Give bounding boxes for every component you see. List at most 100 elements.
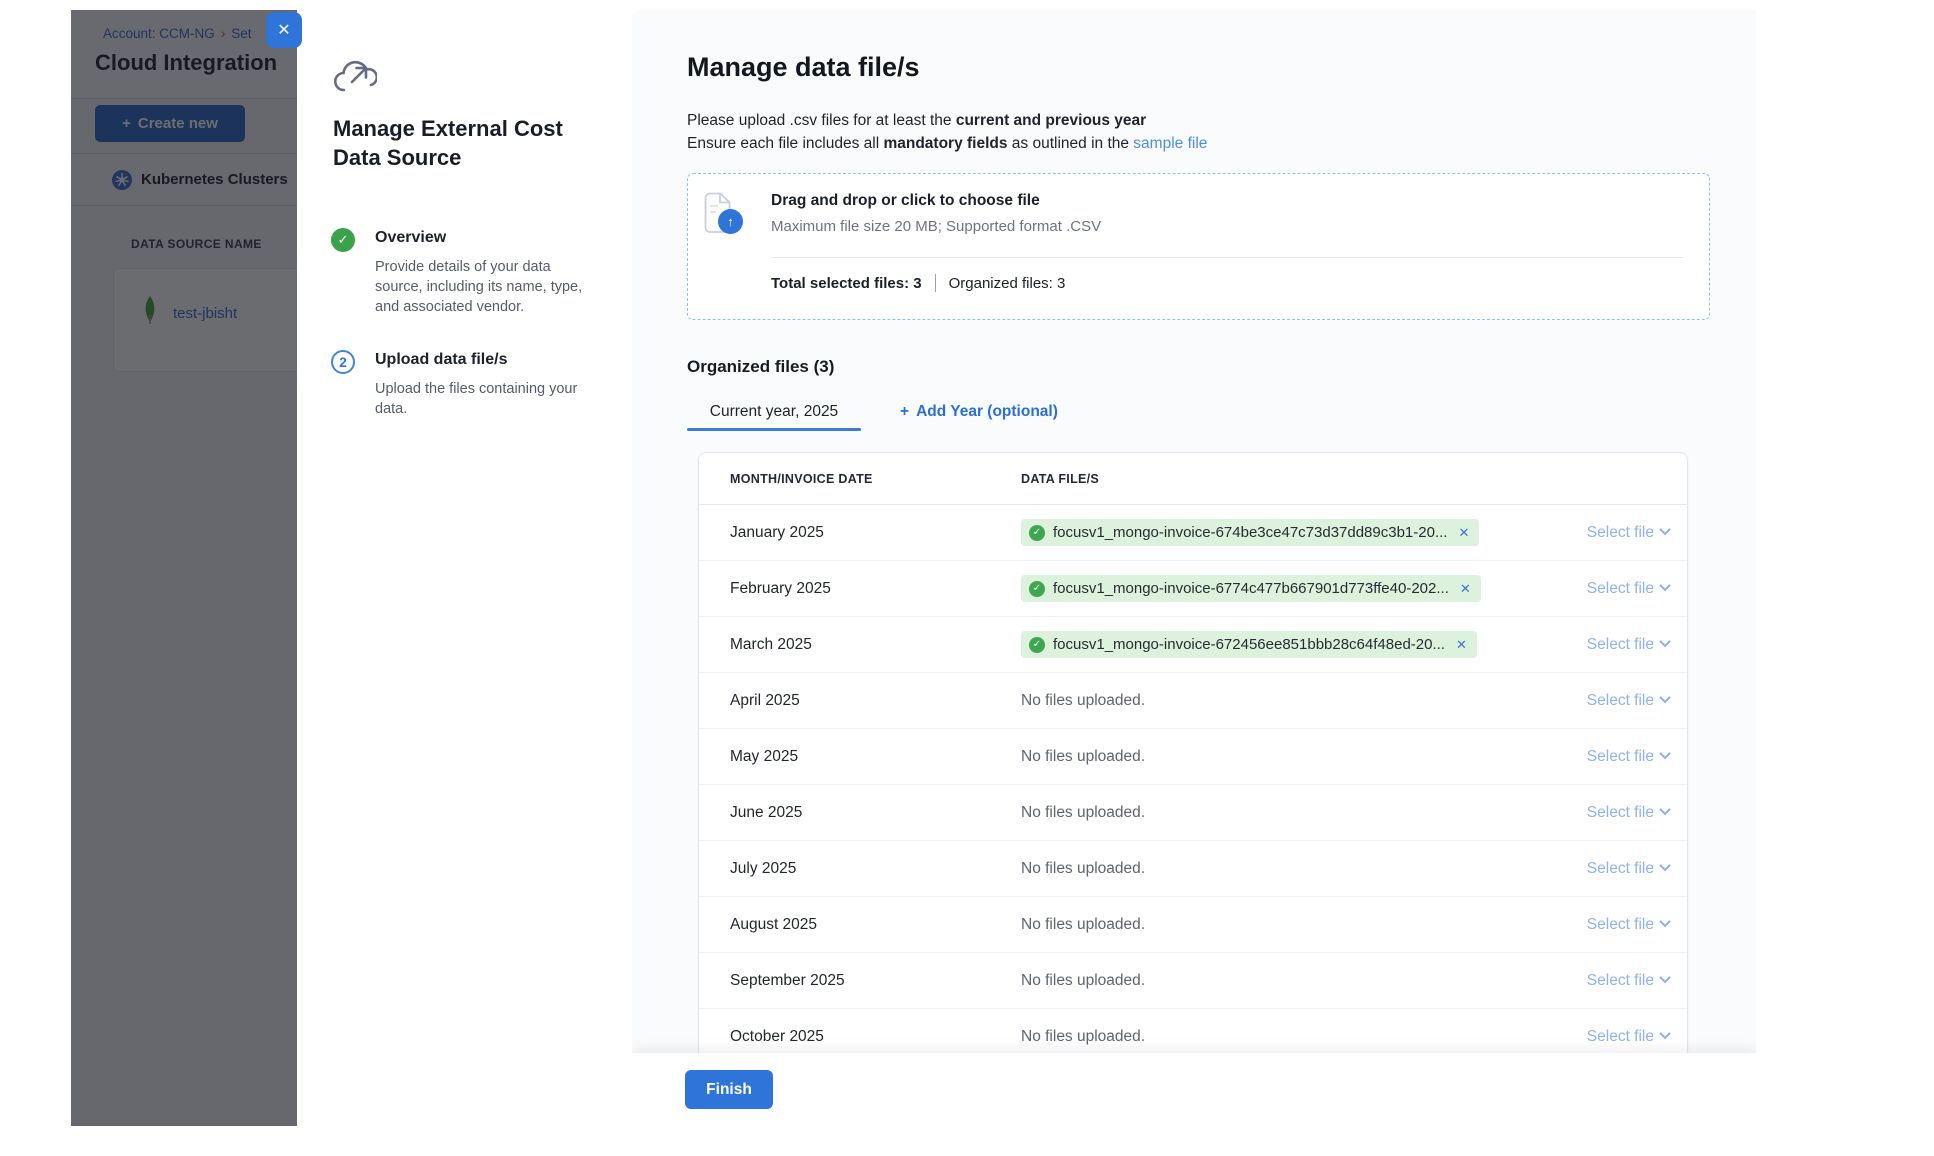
- step-overview-label[interactable]: Overview: [375, 229, 446, 247]
- organized-files-table: MONTH/INVOICE DATE DATA FILE/S January 2…: [698, 452, 1688, 1092]
- step-upload-description: Upload the files containing your data.: [375, 379, 593, 419]
- file-cell: ✓ focusv1_mongo-invoice-6774c477b667901d…: [1021, 575, 1587, 602]
- month-label: September 2025: [699, 972, 1021, 990]
- check-circle-icon: ✓: [1029, 637, 1045, 653]
- footer-bar: Finish: [632, 1053, 1756, 1126]
- table-row: January 2025 ✓ focusv1_mongo-invoice-674…: [699, 505, 1687, 561]
- chevron-down-icon: [1659, 524, 1670, 535]
- file-chip-name: focusv1_mongo-invoice-672456ee851bbb28c6…: [1053, 636, 1445, 653]
- cloud-export-icon: [333, 58, 377, 94]
- main-panel: Manage data file/s Please upload .csv fi…: [632, 10, 1756, 1126]
- intro-line1-text: Please upload .csv files for at least th…: [687, 112, 956, 129]
- chevron-down-icon: [1659, 1028, 1670, 1039]
- file-cell: No files uploaded.: [1021, 860, 1587, 878]
- table-row: March 2025 ✓ focusv1_mongo-invoice-67245…: [699, 617, 1687, 673]
- main-title: Manage data file/s: [687, 52, 920, 83]
- empty-text: No files uploaded.: [1021, 916, 1145, 934]
- month-label: June 2025: [699, 804, 1021, 822]
- select-file-dropdown[interactable]: Select file: [1587, 1028, 1687, 1046]
- total-selected-files: Total selected files: 3: [771, 275, 922, 292]
- select-file-label: Select file: [1587, 580, 1654, 598]
- intro-line2-text: Ensure each file includes all: [687, 135, 883, 152]
- column-files-header: DATA FILE/S: [1021, 472, 1099, 486]
- chevron-down-icon: [1659, 860, 1670, 871]
- screen: Account: CCM-NG›Set Cloud Integration +C…: [0, 0, 1934, 1156]
- month-label: April 2025: [699, 692, 1021, 710]
- month-label: February 2025: [699, 580, 1021, 598]
- select-file-dropdown[interactable]: Select file: [1587, 636, 1687, 654]
- file-cell: No files uploaded.: [1021, 972, 1587, 990]
- column-month-header: MONTH/INVOICE DATE: [699, 472, 1021, 486]
- select-file-label: Select file: [1587, 804, 1654, 822]
- empty-text: No files uploaded.: [1021, 692, 1145, 710]
- file-chip-name: focusv1_mongo-invoice-674be3ce47c73d37dd…: [1053, 524, 1447, 541]
- chevron-down-icon: [1659, 916, 1670, 927]
- empty-text: No files uploaded.: [1021, 972, 1145, 990]
- select-file-label: Select file: [1587, 524, 1654, 542]
- select-file-label: Select file: [1587, 1028, 1654, 1046]
- select-file-dropdown[interactable]: Select file: [1587, 580, 1687, 598]
- remove-file-icon[interactable]: ✕: [1456, 637, 1467, 653]
- select-file-dropdown[interactable]: Select file: [1587, 860, 1687, 878]
- chevron-down-icon: [1659, 692, 1670, 703]
- select-file-label: Select file: [1587, 636, 1654, 654]
- file-cell: No files uploaded.: [1021, 1028, 1587, 1046]
- dropzone-title: Drag and drop or click to choose file: [771, 192, 1040, 210]
- month-label: October 2025: [699, 1028, 1021, 1046]
- file-cell: No files uploaded.: [1021, 748, 1587, 766]
- table-row: August 2025 No files uploaded. Select fi…: [699, 897, 1687, 953]
- step-complete-icon: ✓: [331, 228, 355, 252]
- tab-current-year[interactable]: Current year, 2025: [687, 403, 861, 421]
- select-file-label: Select file: [1587, 692, 1654, 710]
- empty-text: No files uploaded.: [1021, 748, 1145, 766]
- select-file-label: Select file: [1587, 860, 1654, 878]
- select-file-dropdown[interactable]: Select file: [1587, 692, 1687, 710]
- select-file-dropdown[interactable]: Select file: [1587, 916, 1687, 934]
- intro-line2-text2: as outlined in the: [1007, 135, 1133, 152]
- stats-divider: [935, 274, 936, 292]
- organized-files-heading: Organized files (3): [687, 357, 834, 377]
- table-row: September 2025 No files uploaded. Select…: [699, 953, 1687, 1009]
- organized-files-count: Organized files: 3: [949, 275, 1066, 292]
- check-icon: ✓: [338, 232, 349, 248]
- step-upload-label[interactable]: Upload data file/s: [375, 351, 507, 369]
- intro-line-2: Ensure each file includes all mandatory …: [687, 132, 1207, 155]
- step-overview-description: Provide details of your data source, inc…: [375, 257, 593, 317]
- active-tab-underline: [687, 428, 861, 431]
- sample-file-link[interactable]: sample file: [1133, 135, 1207, 152]
- arrow-glyph: ↑: [727, 214, 734, 229]
- file-chip: ✓ focusv1_mongo-invoice-672456ee851bbb28…: [1021, 631, 1477, 658]
- chevron-down-icon: [1659, 972, 1670, 983]
- select-file-dropdown[interactable]: Select file: [1587, 524, 1687, 542]
- select-file-label: Select file: [1587, 916, 1654, 934]
- finish-button[interactable]: Finish: [685, 1070, 773, 1109]
- file-chip: ✓ focusv1_mongo-invoice-674be3ce47c73d37…: [1021, 519, 1479, 546]
- select-file-dropdown[interactable]: Select file: [1587, 748, 1687, 766]
- chevron-down-icon: [1659, 636, 1670, 647]
- chevron-down-icon: [1659, 804, 1670, 815]
- file-cell: ✓ focusv1_mongo-invoice-672456ee851bbb28…: [1021, 631, 1587, 658]
- intro-text: Please upload .csv files for at least th…: [687, 109, 1207, 155]
- month-label: July 2025: [699, 860, 1021, 878]
- intro-line2-bold: mandatory fields: [883, 135, 1007, 152]
- select-file-dropdown[interactable]: Select file: [1587, 972, 1687, 990]
- close-button[interactable]: ✕: [266, 12, 302, 48]
- table-row: June 2025 No files uploaded. Select file: [699, 785, 1687, 841]
- wizard-panel: Manage External Cost Data Source ✓ Overv…: [297, 10, 632, 1126]
- intro-line1-bold: current and previous year: [956, 112, 1146, 129]
- file-chip-name: focusv1_mongo-invoice-6774c477b667901d77…: [1053, 580, 1449, 597]
- remove-file-icon[interactable]: ✕: [1458, 525, 1469, 541]
- intro-line-1: Please upload .csv files for at least th…: [687, 109, 1207, 132]
- remove-file-icon[interactable]: ✕: [1460, 581, 1471, 597]
- month-label: August 2025: [699, 916, 1021, 934]
- file-cell: No files uploaded.: [1021, 692, 1587, 710]
- file-cell: No files uploaded.: [1021, 804, 1587, 822]
- select-file-dropdown[interactable]: Select file: [1587, 804, 1687, 822]
- upload-arrow-icon: ↑: [718, 209, 743, 234]
- dropzone-subtitle: Maximum file size 20 MB; Supported forma…: [771, 218, 1101, 235]
- file-cell: No files uploaded.: [1021, 916, 1587, 934]
- add-year-label: Add Year (optional): [916, 403, 1058, 421]
- empty-text: No files uploaded.: [1021, 804, 1145, 822]
- file-dropzone[interactable]: ↑ Drag and drop or click to choose file …: [687, 173, 1710, 320]
- add-year-button[interactable]: +Add Year (optional): [900, 403, 1058, 421]
